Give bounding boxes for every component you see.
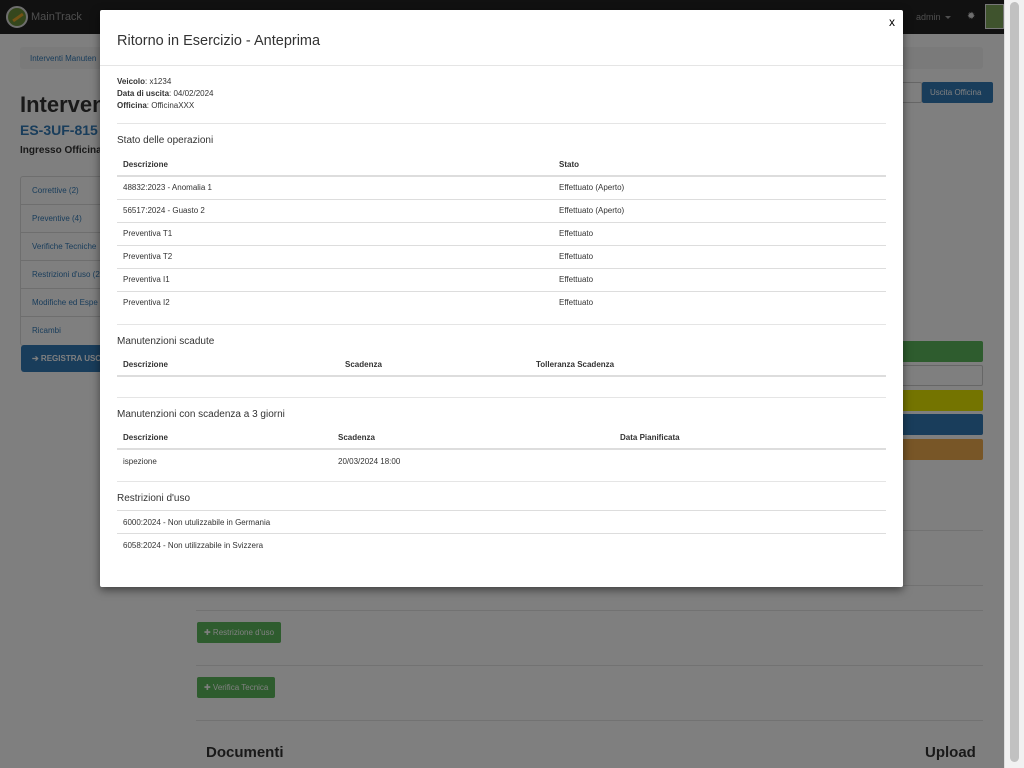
table-row: Preventiva T1 Effettuato <box>117 221 886 245</box>
table-cell: ispezione <box>123 456 157 466</box>
restrizioni-heading: Restrizioni d'uso <box>117 493 191 504</box>
stato-table: Descrizione Stato 48832:2023 - Anomalia … <box>117 153 886 314</box>
vehicle-meta: Veicolo: x1234 Data di uscita: 04/02/202… <box>117 77 214 110</box>
scadenza3-col-descrizione: Descrizione <box>117 426 332 450</box>
table-cell: 20/03/2024 18:00 <box>338 456 401 466</box>
page-scrollbar[interactable] <box>1004 0 1024 768</box>
data-uscita-value: 04/02/2024 <box>173 89 214 98</box>
scadute-col-descrizione: Descrizione <box>117 353 339 377</box>
table-cell: Effettuato <box>553 267 886 291</box>
scadute-heading: Manutenzioni scadute <box>117 336 215 347</box>
stato-col-stato: Stato <box>553 153 886 177</box>
scadenza3-col-scadenza: Scadenza <box>332 426 614 450</box>
table-cell: Preventiva T1 <box>117 221 553 245</box>
table-cell: Preventiva I2 <box>117 290 553 314</box>
table-row: ispezione 20/03/2024 18:00 <box>117 449 886 472</box>
table-cell: Preventiva T2 <box>117 244 553 268</box>
table-cell <box>614 449 886 472</box>
modal-header: Ritorno in Esercizio - Anteprima x <box>100 10 903 66</box>
scadenza3-table: Descrizione Scadenza Data Pianificata is… <box>117 426 886 472</box>
stato-col-descrizione: Descrizione <box>117 153 553 177</box>
table-cell: 56517:2024 - Guasto 2 <box>117 198 553 222</box>
scadute-col-scadenza: Scadenza <box>339 353 530 377</box>
table-cell: Effettuato <box>553 244 886 268</box>
preview-modal: Ritorno in Esercizio - Anteprima x Veico… <box>100 10 903 587</box>
table-row: Preventiva I2 Effettuato <box>117 290 886 314</box>
table-row: 48832:2023 - Anomalia 1 Effettuato (Aper… <box>117 176 886 199</box>
table-row: 56517:2024 - Guasto 2 Effettuato (Aperto… <box>117 198 886 222</box>
list-item: 6000:2024 - Non utulizzabile in Germania <box>117 510 886 533</box>
stato-heading: Stato delle operazioni <box>117 135 214 146</box>
scadute-table: Descrizione Scadenza Tolleranza Scadenza <box>117 353 886 377</box>
veicolo-value: x1234 <box>149 77 172 86</box>
table-cell: Effettuato (Aperto) <box>553 198 886 222</box>
list-item: 6058:2024 - Non utilizzabile in Svizzera <box>117 533 886 556</box>
modal-title: Ritorno in Esercizio - Anteprima <box>117 33 321 49</box>
modal-body: Veicolo: x1234 Data di uscita: 04/02/202… <box>117 66 886 556</box>
table-row: Preventiva T2 Effettuato <box>117 244 886 268</box>
table-cell: Preventiva I1 <box>117 267 553 291</box>
table-row: Preventiva I1 Effettuato <box>117 267 886 291</box>
data-uscita-label: Data di uscita <box>117 89 170 98</box>
scadenza3-heading: Manutenzioni con scadenza a 3 giorni <box>117 409 285 420</box>
table-cell: Effettuato (Aperto) <box>559 183 625 193</box>
officina-label: Officina <box>117 101 147 110</box>
table-cell: 48832:2023 - Anomalia 1 <box>123 183 212 193</box>
scadenza3-col-pianificata: Data Pianificata <box>614 426 886 450</box>
table-cell: Effettuato <box>553 221 886 245</box>
table-cell: Effettuato <box>553 290 886 314</box>
scadute-col-tolleranza: Tolleranza Scadenza <box>530 353 886 377</box>
scrollbar-thumb[interactable] <box>1010 2 1019 762</box>
close-button[interactable]: x <box>889 15 895 29</box>
veicolo-label: Veicolo <box>117 77 146 86</box>
officina-value: OfficinaXXX <box>151 101 195 110</box>
